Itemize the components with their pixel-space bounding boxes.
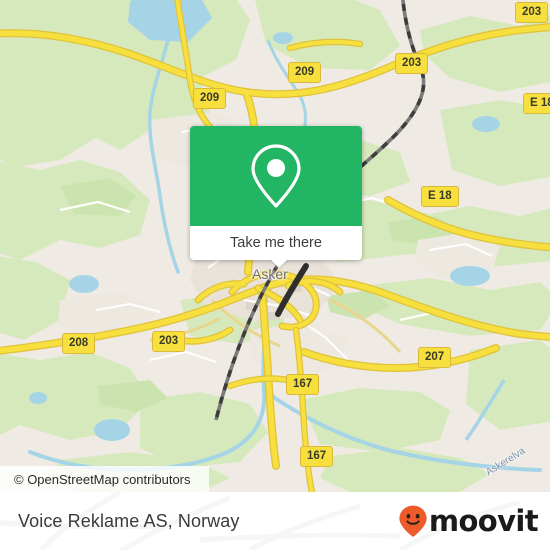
card-header-green bbox=[190, 126, 362, 226]
route-shield-203-lower[interactable]: 203 bbox=[152, 331, 186, 352]
route-shield-208[interactable]: 208 bbox=[62, 333, 96, 354]
route-shield-203-topright[interactable]: 203 bbox=[515, 2, 549, 23]
route-shield-207[interactable]: 207 bbox=[418, 347, 452, 368]
route-shield-e18-right[interactable]: E 18 bbox=[523, 93, 550, 114]
bottom-info-bar: Voice Reklame AS, Norway moovit bbox=[0, 492, 550, 550]
card-footer[interactable]: Take me there bbox=[190, 226, 362, 260]
moovit-smiley-pin-icon bbox=[399, 505, 427, 537]
route-shield-167-lower[interactable]: 167 bbox=[300, 446, 334, 467]
card-pointer-tail bbox=[270, 259, 288, 268]
route-shield-167-upper[interactable]: 167 bbox=[286, 374, 320, 395]
osm-attribution-text: © OpenStreetMap contributors bbox=[14, 471, 191, 487]
moovit-logo[interactable]: moovit bbox=[398, 503, 539, 538]
osm-attribution[interactable]: © OpenStreetMap contributors bbox=[0, 466, 209, 492]
route-shield-e18-mid[interactable]: E 18 bbox=[421, 186, 459, 207]
route-shield-203-upper[interactable]: 203 bbox=[395, 53, 429, 74]
moovit-wordmark: moovit bbox=[428, 503, 539, 538]
take-me-there-card[interactable]: Take me there bbox=[190, 126, 362, 268]
map-canvas[interactable]: Asker Askerelva 209 203 203 209 E 18 E 1… bbox=[0, 0, 550, 492]
take-me-there-label: Take me there bbox=[230, 235, 322, 251]
route-shield-209-left[interactable]: 209 bbox=[193, 88, 227, 109]
moovit-map-screenshot: Asker Askerelva 209 203 203 209 E 18 E 1… bbox=[0, 0, 550, 550]
location-pin-icon bbox=[251, 144, 301, 208]
route-shield-209-top[interactable]: 209 bbox=[288, 62, 322, 83]
place-title: Voice Reklame AS, Norway bbox=[18, 510, 240, 531]
